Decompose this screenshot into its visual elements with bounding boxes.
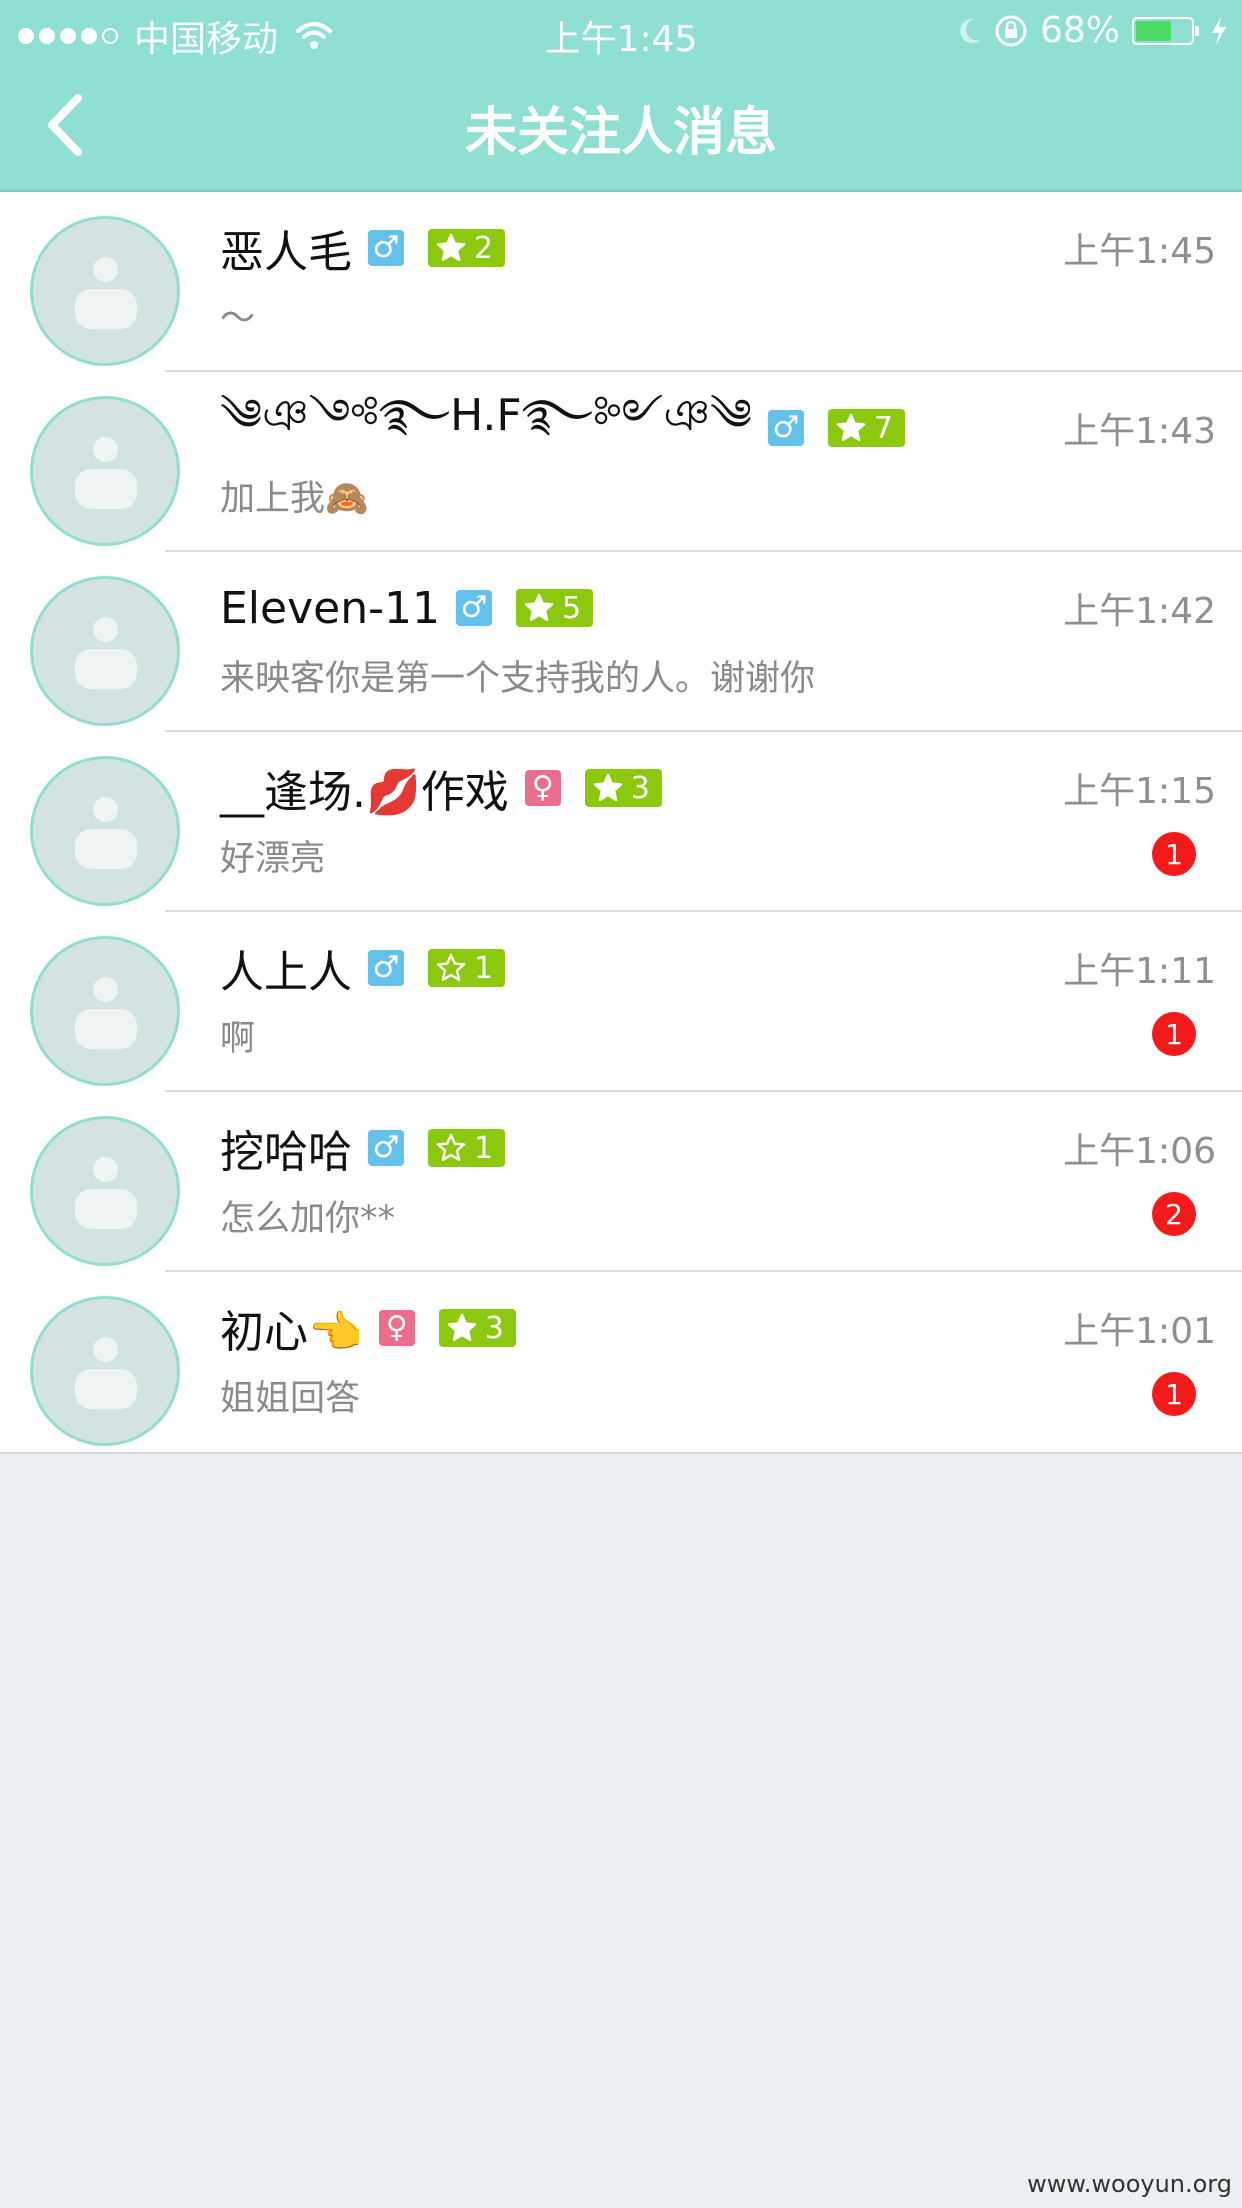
message-preview: ～ xyxy=(220,299,256,339)
unread-count-badge: 1 xyxy=(1152,832,1196,876)
message-row[interactable]: Eleven-11 ♂ 5 来映客你是第一个支持我的人。谢谢你 上午1:42 xyxy=(0,552,1242,732)
level-number: 5 xyxy=(561,590,582,626)
user-name: 人上人 xyxy=(220,947,352,998)
message-row[interactable]: 恶人毛 ♂ 2 ～ 上午1:45 xyxy=(0,192,1242,372)
avatar-placeholder-body xyxy=(75,1369,137,1409)
star-icon xyxy=(447,1313,476,1341)
message-row[interactable]: 人上人 ♂ 1 啊 上午1:11 1 xyxy=(0,912,1242,1092)
star-icon xyxy=(593,773,622,801)
battery-icon xyxy=(1132,16,1199,45)
avatar-placeholder-body xyxy=(75,829,137,869)
level-badge: 1 xyxy=(428,1129,506,1167)
gender-badge: ♂ xyxy=(455,590,492,626)
level-badge: 3 xyxy=(438,1309,516,1347)
avatar[interactable] xyxy=(30,936,180,1086)
battery-percent: 68% xyxy=(1039,10,1120,51)
status-bar: 中国移动 上午1:45 68% xyxy=(0,0,1242,60)
level-badge: 3 xyxy=(584,769,662,807)
user-name: Eleven-11 xyxy=(220,582,440,634)
name-line: 挖哈哈 ♂ 1 xyxy=(220,1118,506,1178)
name-line: 恶人毛 ♂ 2 xyxy=(220,218,506,278)
name-line: ༄ঞ༺࿐H.F࿐༻ঞ༄ ♂ 7 xyxy=(220,390,905,458)
message-preview: 来映客你是第一个支持我的人。谢谢你 xyxy=(220,659,816,699)
avatar-placeholder-body xyxy=(75,1189,137,1229)
user-name: 初心👈 xyxy=(220,1307,363,1358)
message-time: 上午1:42 xyxy=(1063,591,1216,632)
avatar-placeholder-head xyxy=(93,257,118,282)
name-line: 人上人 ♂ 1 xyxy=(220,938,506,998)
avatar-placeholder-head xyxy=(93,617,118,642)
star-icon xyxy=(436,1133,466,1161)
star-icon xyxy=(436,953,466,981)
level-badge: 7 xyxy=(827,409,905,447)
level-number: 2 xyxy=(474,230,494,266)
level-badge: 1 xyxy=(428,949,506,987)
message-time: 上午1:43 xyxy=(1063,411,1216,452)
avatar[interactable] xyxy=(30,216,180,366)
message-row[interactable]: 挖哈哈 ♂ 1 怎么加你** 上午1:06 2 xyxy=(0,1092,1242,1272)
message-preview: 怎么加你** xyxy=(220,1199,396,1239)
avatar[interactable] xyxy=(30,756,180,906)
avatar-placeholder-head xyxy=(93,437,118,462)
page-title: 未关注人消息 xyxy=(464,103,777,163)
unread-count-badge: 1 xyxy=(1152,1372,1196,1416)
avatar-placeholder-body xyxy=(75,1009,137,1049)
avatar-placeholder-body xyxy=(75,289,137,329)
avatar-placeholder-head xyxy=(93,797,118,822)
rotation-lock-icon xyxy=(995,15,1027,46)
gender-badge: ♀ xyxy=(378,1310,415,1346)
level-badge: 2 xyxy=(428,229,506,267)
level-number: 3 xyxy=(630,770,650,806)
battery-fill xyxy=(1136,20,1172,41)
avatar-placeholder-body xyxy=(75,469,137,509)
message-row[interactable]: 初心👈 ♀ 3 姐姐回答 上午1:01 1 xyxy=(0,1272,1242,1452)
avatar-placeholder-head xyxy=(93,1157,118,1182)
star-icon xyxy=(836,413,866,441)
message-row[interactable]: __逢场.💋作戏 ♀ 3 好漂亮 上午1:15 1 xyxy=(0,732,1242,912)
avatar-placeholder-head xyxy=(93,977,118,1002)
user-name: 恶人毛 xyxy=(220,227,352,278)
status-right: 68% xyxy=(956,10,1228,51)
level-number: 1 xyxy=(474,1130,494,1166)
gender-badge: ♂ xyxy=(368,1130,404,1166)
name-line: 初心👈 ♀ 3 xyxy=(220,1298,516,1358)
gender-badge: ♀ xyxy=(524,770,561,806)
level-number: 7 xyxy=(873,410,893,446)
gender-badge: ♂ xyxy=(368,230,404,266)
charging-bolt-icon xyxy=(1212,16,1226,45)
message-time: 上午1:45 xyxy=(1063,231,1216,272)
level-number: 3 xyxy=(484,1310,504,1346)
name-line: Eleven-11 ♂ 5 xyxy=(220,578,594,638)
avatar[interactable] xyxy=(30,1296,180,1446)
star-icon xyxy=(436,233,466,261)
avatar-placeholder-body xyxy=(75,649,137,689)
message-preview: 加上我🙈 xyxy=(220,479,369,519)
message-preview: 姐姐回答 xyxy=(220,1379,361,1419)
message-preview: 啊 xyxy=(220,1019,256,1059)
nav-bar: 未关注人消息 xyxy=(0,60,1242,192)
avatar[interactable] xyxy=(30,396,180,546)
user-name: __逢场.💋作戏 xyxy=(220,767,509,818)
level-badge: 5 xyxy=(515,589,594,627)
message-time: 上午1:01 xyxy=(1063,1311,1216,1352)
level-number: 1 xyxy=(474,950,494,986)
message-row[interactable]: ༄ঞ༺࿐H.F࿐༻ঞ༄ ♂ 7 加上我🙈 上午1:43 xyxy=(0,372,1242,552)
avatar[interactable] xyxy=(30,1116,180,1266)
message-list: 恶人毛 ♂ 2 ～ 上午1:45 ༄ঞ༺࿐H.F࿐༻ঞ༄ ♂ 7 加上我🙈 上午… xyxy=(0,192,1242,1454)
message-time: 上午1:06 xyxy=(1063,1131,1216,1172)
avatar-placeholder-head xyxy=(93,1337,118,1362)
moon-icon xyxy=(960,18,980,43)
gender-badge: ♂ xyxy=(368,950,404,986)
unread-count-badge: 1 xyxy=(1152,1012,1196,1056)
name-line: __逢场.💋作戏 ♀ 3 xyxy=(220,758,662,818)
star-icon xyxy=(524,593,554,621)
unread-count-badge: 2 xyxy=(1152,1192,1196,1236)
message-preview: 好漂亮 xyxy=(220,839,326,879)
watermark: www.wooyun.org xyxy=(1027,2170,1232,2198)
user-name: 挖哈哈 xyxy=(220,1127,352,1178)
message-time: 上午1:15 xyxy=(1063,771,1216,812)
avatar[interactable] xyxy=(30,576,180,726)
message-time: 上午1:11 xyxy=(1063,951,1216,992)
gender-badge: ♂ xyxy=(767,410,804,446)
